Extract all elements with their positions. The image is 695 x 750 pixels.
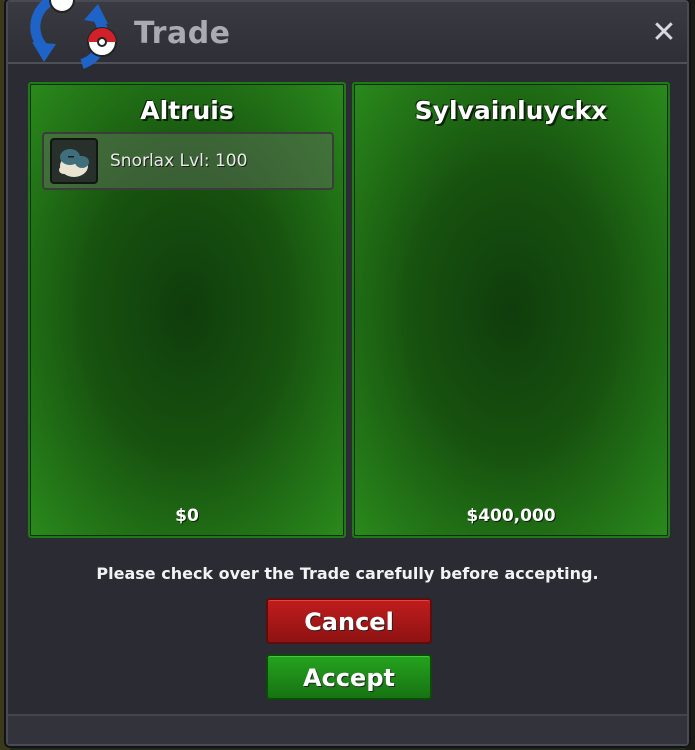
accept-button[interactable]: Accept [266,654,432,700]
offer-panel-self: Altruis Snorlax Lvl: 100 $0 [28,82,346,538]
cancel-button[interactable]: Cancel [266,598,432,644]
player-name-self: Altruis [140,96,234,125]
money-offer-partner: $400,000 [466,506,556,526]
offer-panel-partner: Sylvainluyckx $400,000 [352,82,670,538]
snorlax-icon [50,138,98,184]
trade-notice: Please check over the Trade carefully be… [96,564,599,583]
trade-logo-icon [30,0,117,69]
trade-item[interactable]: Snorlax Lvl: 100 [42,132,334,190]
title-bar[interactable]: Trade ✕ [8,0,687,69]
money-offer-self: $0 [175,506,199,526]
window-title: Trade [134,16,231,51]
window-footer [8,714,687,744]
trade-window: Trade ✕ Altruis Snorlax Lvl: 100 $0 Sylv… [6,0,689,746]
close-icon[interactable]: ✕ [649,18,679,48]
player-name-partner: Sylvainluyckx [414,96,608,125]
trade-item-label: Snorlax Lvl: 100 [110,151,248,171]
